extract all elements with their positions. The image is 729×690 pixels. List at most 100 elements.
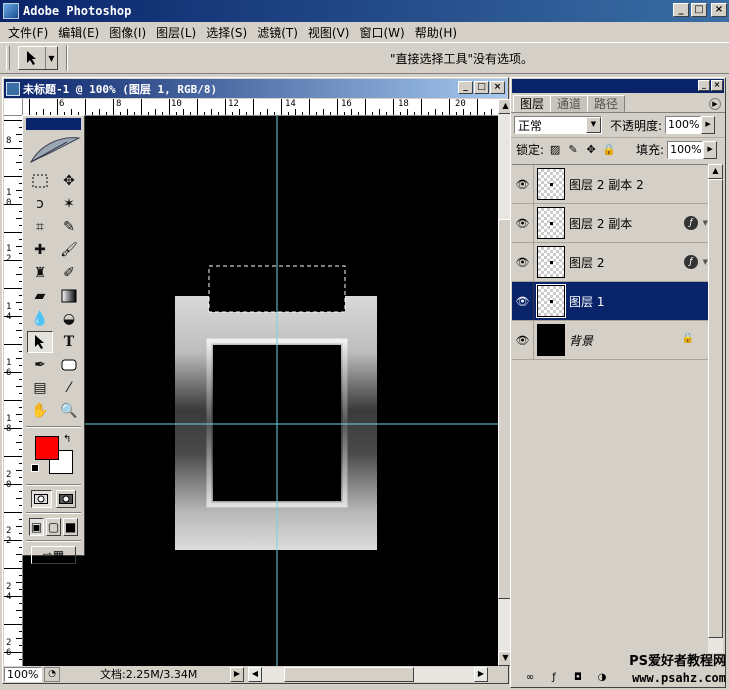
- doc-minimize-button[interactable]: _: [458, 81, 473, 94]
- move-tool-icon[interactable]: ✥: [56, 170, 82, 192]
- menu-image[interactable]: 图像(I): [105, 24, 152, 41]
- layer-row[interactable]: 👁 图层 2 ƒ ▼: [512, 243, 708, 282]
- magic-wand-icon[interactable]: ✶: [56, 193, 82, 215]
- feather-logo-icon[interactable]: [26, 132, 81, 168]
- tab-channels[interactable]: 通道: [550, 95, 589, 112]
- lock-transparency-icon[interactable]: ▨: [548, 143, 562, 157]
- foreground-color[interactable]: [35, 436, 59, 460]
- close-button[interactable]: ×: [711, 3, 727, 17]
- layer-effects-icon[interactable]: ƒ: [684, 216, 698, 230]
- palette-menu-icon[interactable]: ▶: [709, 98, 721, 110]
- layer-row-selected[interactable]: 👁 图层 1: [512, 282, 708, 321]
- gradient-tool-icon[interactable]: [56, 285, 82, 307]
- lasso-tool-icon[interactable]: ↄ: [27, 193, 53, 215]
- standard-screen-icon[interactable]: ▣: [29, 518, 44, 536]
- menu-filter[interactable]: 滤镜(T): [253, 24, 304, 41]
- lock-position-icon[interactable]: ✥: [584, 143, 598, 157]
- full-screen-icon[interactable]: ■: [63, 518, 78, 536]
- toolbox-titlebar[interactable]: [26, 118, 81, 130]
- ruler-origin[interactable]: [4, 99, 23, 116]
- fill-slider-arrow-icon[interactable]: ▶: [703, 140, 718, 159]
- scroll-up-icon[interactable]: ▲: [708, 164, 723, 179]
- horizontal-ruler[interactable]: 6 8 10 12 14 16 18 20: [23, 99, 498, 116]
- options-grip[interactable]: [6, 46, 10, 70]
- scroll-right-icon[interactable]: ▶: [474, 666, 488, 682]
- menu-edit[interactable]: 编辑(E): [54, 24, 105, 41]
- eyedropper-tool-icon[interactable]: ⁄: [56, 377, 82, 399]
- swap-colors-icon[interactable]: ↰: [63, 434, 71, 445]
- palette-titlebar[interactable]: _ ×: [512, 79, 724, 93]
- minimize-button[interactable]: _: [673, 3, 689, 17]
- add-style-icon[interactable]: ƒ: [546, 670, 562, 684]
- layers-scrollbar[interactable]: ▲: [708, 164, 723, 653]
- eraser-tool-icon[interactable]: ▰: [27, 285, 53, 307]
- eye-icon[interactable]: 👁: [512, 282, 534, 320]
- vertical-ruler[interactable]: 8 1 0 1 2 1 4 1 6 1 8 2 0 2 2 2 4 2 6: [4, 116, 23, 666]
- notes-tool-icon[interactable]: ▤: [27, 377, 53, 399]
- lock-image-icon[interactable]: ✎: [566, 143, 580, 157]
- lock-all-icon[interactable]: 🔒: [602, 143, 616, 157]
- tab-layers[interactable]: 图层: [513, 95, 552, 112]
- tab-paths[interactable]: 路径: [587, 95, 626, 112]
- layers-scroll-thumb[interactable]: [708, 179, 723, 638]
- chevron-down-icon[interactable]: ▼: [586, 117, 601, 133]
- opacity-field[interactable]: 100%: [665, 116, 702, 134]
- blend-mode-select[interactable]: 正常 ▼: [514, 116, 602, 134]
- status-info-icon[interactable]: ◔: [44, 666, 60, 682]
- history-brush-icon[interactable]: ✐: [56, 262, 82, 284]
- dodge-tool-icon[interactable]: ◒: [56, 308, 82, 330]
- menu-help[interactable]: 帮助(H): [411, 24, 463, 41]
- horizontal-scroll-thumb[interactable]: [284, 666, 414, 682]
- chevron-down-icon[interactable]: ▼: [45, 47, 57, 69]
- menu-window[interactable]: 窗口(W): [355, 24, 410, 41]
- default-colors-icon[interactable]: [31, 464, 42, 475]
- status-menu-arrow-icon[interactable]: ▶: [230, 666, 244, 682]
- jump-to-imageready-icon[interactable]: ⇨▦: [31, 546, 76, 564]
- hand-tool-icon[interactable]: ✋: [27, 400, 53, 422]
- ruler-tick: [267, 109, 268, 115]
- clone-stamp-icon[interactable]: ♜: [27, 262, 53, 284]
- crop-tool-icon[interactable]: ⌗: [27, 216, 53, 238]
- scroll-left-icon[interactable]: ◀: [248, 666, 262, 682]
- type-tool-icon[interactable]: T: [56, 331, 82, 353]
- tool-preset-picker[interactable]: ▼: [18, 46, 58, 70]
- layer-row[interactable]: 👁 背景 🔒: [512, 321, 708, 360]
- doc-maximize-button[interactable]: □: [474, 81, 489, 94]
- menu-layer[interactable]: 图层(L): [152, 24, 202, 41]
- horizontal-scrollbar[interactable]: ◀ ▶: [248, 666, 488, 682]
- eye-icon[interactable]: 👁: [512, 204, 534, 242]
- zoom-field[interactable]: 100%: [4, 666, 42, 682]
- eye-icon[interactable]: 👁: [512, 165, 534, 203]
- full-screen-menu-icon[interactable]: ▢: [46, 518, 61, 536]
- opacity-slider-arrow-icon[interactable]: ▶: [701, 116, 716, 134]
- eye-icon[interactable]: 👁: [512, 243, 534, 281]
- add-mask-icon[interactable]: ◘: [570, 670, 586, 684]
- layer-row[interactable]: 👁 图层 2 副本 2: [512, 165, 708, 204]
- zoom-tool-icon[interactable]: 🔍: [56, 400, 82, 422]
- menu-file[interactable]: 文件(F): [4, 24, 54, 41]
- slice-tool-icon[interactable]: ✎: [56, 216, 82, 238]
- ruler-tick: [176, 112, 177, 115]
- quick-mask-mode-icon[interactable]: [55, 490, 76, 508]
- menu-select[interactable]: 选择(S): [202, 24, 253, 41]
- doc-close-button[interactable]: ×: [490, 81, 505, 94]
- palette-minimize-button[interactable]: _: [698, 80, 710, 91]
- shape-tool-icon[interactable]: [56, 354, 82, 376]
- fill-field[interactable]: 100%: [667, 140, 704, 159]
- direct-selection-tool-icon[interactable]: [27, 331, 53, 353]
- canvas[interactable]: [23, 116, 498, 666]
- eye-icon[interactable]: 👁: [512, 321, 534, 359]
- pen-tool-icon[interactable]: ✒: [27, 354, 53, 376]
- blur-tool-icon[interactable]: 💧: [27, 308, 53, 330]
- marquee-tool-icon[interactable]: [27, 170, 53, 192]
- palette-close-button[interactable]: ×: [711, 80, 723, 91]
- layer-row[interactable]: 👁 图层 2 副本 ƒ ▼: [512, 204, 708, 243]
- standard-mode-icon[interactable]: [31, 490, 52, 508]
- layer-effects-icon[interactable]: ƒ: [684, 255, 698, 269]
- healing-brush-icon[interactable]: ✚: [27, 239, 53, 261]
- menu-view[interactable]: 视图(V): [304, 24, 356, 41]
- link-layers-icon[interactable]: ∞: [522, 670, 538, 684]
- document-titlebar[interactable]: 未标题-1 @ 100% (图层 1, RGB/8) _ □ ×: [4, 79, 507, 98]
- maximize-button[interactable]: □: [691, 3, 707, 17]
- brush-tool-icon[interactable]: 🖌: [56, 239, 82, 261]
